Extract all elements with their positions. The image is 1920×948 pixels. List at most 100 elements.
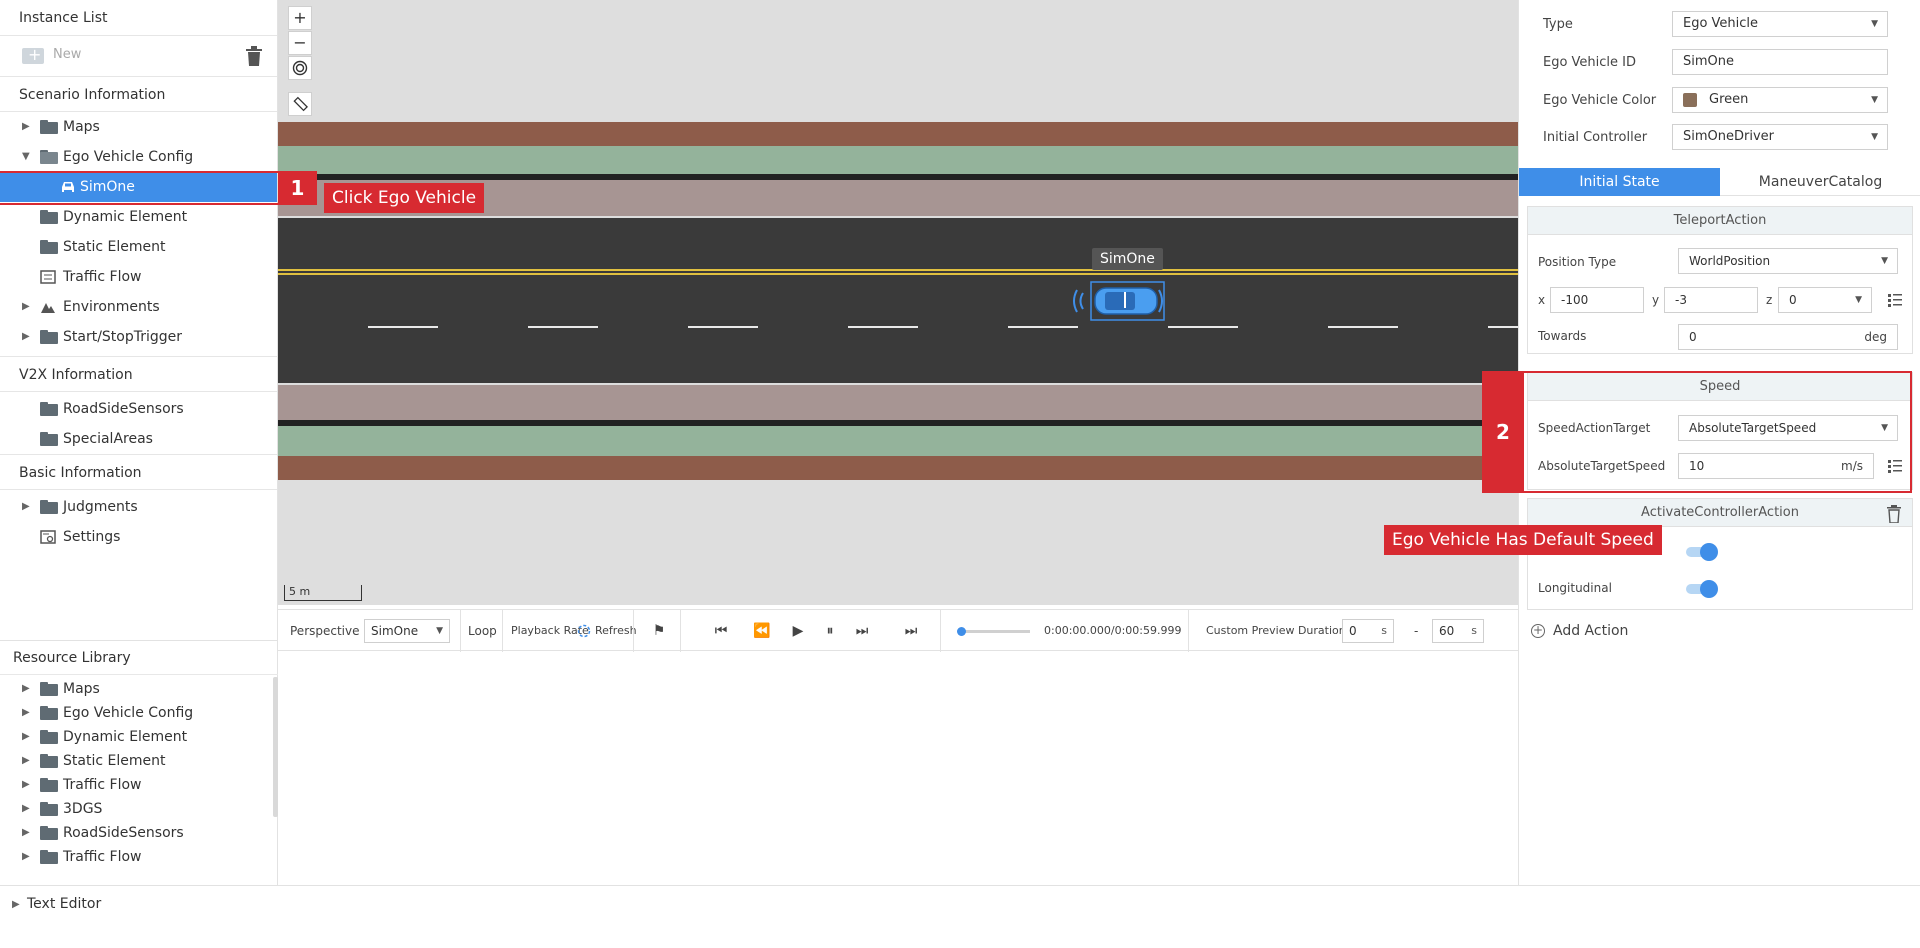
tree-item-label: Start/StopTrigger <box>63 329 183 345</box>
z-select[interactable]: 0 ▼ <box>1778 287 1872 313</box>
expand-arrow-icon[interactable]: ▶ <box>22 773 34 797</box>
lane-dash <box>1488 326 1518 328</box>
divider <box>502 610 503 652</box>
ego-color-select[interactable]: Green ▼ <box>1672 87 1888 113</box>
zoom-out-button[interactable]: − <box>288 31 312 55</box>
tree-item-label: Dynamic Element <box>63 209 188 225</box>
expand-arrow-icon[interactable]: ▶ <box>22 292 34 322</box>
tree-item-ego-vehicle-config[interactable]: ▼ Ego Vehicle Config <box>0 142 277 172</box>
tab-maneuver-catalog[interactable]: ManeuverCatalog <box>1720 168 1920 196</box>
ego-id-value: SimOne <box>1683 54 1734 69</box>
skip-start-icon[interactable]: ⏮ <box>708 622 734 640</box>
expand-arrow-icon[interactable]: ▶ <box>22 845 34 869</box>
tree-item-environments[interactable]: ▶ Environments <box>0 292 277 322</box>
loop-button[interactable]: Loop <box>468 610 497 652</box>
chevron-down-icon: ▼ <box>436 626 443 636</box>
expand-arrow-icon[interactable]: ▶ <box>22 725 34 749</box>
chevron-down-icon: ▼ <box>1871 19 1878 29</box>
x-input[interactable]: -100 <box>1550 287 1644 313</box>
type-select[interactable]: Ego Vehicle ▼ <box>1672 11 1888 37</box>
collapse-arrow-icon[interactable]: ▼ <box>22 142 34 172</box>
expand-arrow-icon[interactable]: ▶ <box>22 677 34 701</box>
trash-icon[interactable] <box>245 46 263 66</box>
position-type-select[interactable]: WorldPosition ▼ <box>1678 248 1898 274</box>
refresh-button[interactable]: Refresh <box>595 610 637 652</box>
tree-item-maps[interactable]: ▶ Maps <box>0 112 277 142</box>
tab-initial-state[interactable]: Initial State <box>1519 168 1720 196</box>
tree-item-label: Static Element <box>63 239 166 255</box>
expand-arrow-icon[interactable]: ▶ <box>22 322 34 352</box>
tree-item-label: RoadSideSensors <box>63 825 184 841</box>
expand-arrow-icon[interactable]: ▶ <box>22 492 34 522</box>
measure-button[interactable] <box>288 92 312 116</box>
v2x-info-title: V2X Information <box>0 356 277 392</box>
skip-end-icon[interactable]: ⏭ <box>898 622 924 640</box>
resource-item-roadside-sensors[interactable]: ▶ RoadSideSensors <box>0 821 278 845</box>
tree-item-judgments[interactable]: ▶ Judgments <box>0 492 277 522</box>
add-circle-icon: + <box>1531 623 1545 638</box>
divider <box>1188 610 1189 652</box>
teleport-action-title: TeleportAction <box>1528 207 1912 235</box>
rewind-icon[interactable]: ⏪ <box>750 622 774 640</box>
folder-icon <box>40 120 58 134</box>
refresh-icon[interactable] <box>577 624 591 638</box>
list-icon[interactable] <box>1888 293 1902 307</box>
trash-icon[interactable] <box>1886 505 1902 523</box>
expand-arrow-icon[interactable]: ▶ <box>22 797 34 821</box>
lateral-toggle[interactable] <box>1686 543 1718 561</box>
perspective-select[interactable]: SimOne ▼ <box>364 619 450 643</box>
map-canvas[interactable]: + − SimOne 5 m <box>278 0 1518 605</box>
expand-arrow-icon[interactable]: ▶ <box>22 749 34 773</box>
tree-item-label: Dynamic Element <box>63 729 188 745</box>
new-button[interactable]: New <box>53 47 81 62</box>
step2-highlight-box <box>1482 371 1912 493</box>
longitudinal-toggle[interactable] <box>1686 580 1718 598</box>
preview-start-input[interactable]: 0 s <box>1342 619 1394 643</box>
resource-item-ego-vehicle-config[interactable]: ▶ Ego Vehicle Config <box>0 701 278 725</box>
pause-icon[interactable]: ⏸ <box>822 622 838 640</box>
tree-item-dynamic-element[interactable]: Dynamic Element <box>0 202 277 232</box>
tree-item-special-areas[interactable]: SpecialAreas <box>0 424 277 454</box>
initial-controller-select[interactable]: SimOneDriver ▼ <box>1672 124 1888 150</box>
progress-knob[interactable] <box>957 627 966 636</box>
tree-item-settings[interactable]: Settings <box>0 522 277 552</box>
map-scale: 5 m <box>284 585 362 601</box>
text-editor-bar[interactable]: ▶ Text Editor <box>0 885 1920 948</box>
tree-item-start-stop-trigger[interactable]: ▶ Start/StopTrigger <box>0 322 277 352</box>
ego-vehicle[interactable] <box>1063 278 1173 324</box>
towards-input[interactable]: 0 deg <box>1678 324 1898 350</box>
resource-item-traffic-flow-2[interactable]: ▶ Traffic Flow <box>0 845 278 869</box>
scenario-info-title: Scenario Information <box>0 76 277 112</box>
expand-arrow-icon[interactable]: ▶ <box>12 899 20 910</box>
resource-item-static-element[interactable]: ▶ Static Element <box>0 749 278 773</box>
flag-icon[interactable]: ⚑ <box>650 622 668 640</box>
progress-track[interactable] <box>957 627 1030 636</box>
step2-label: Ego Vehicle Has Default Speed <box>1384 525 1662 555</box>
resource-item-3dgs[interactable]: ▶ 3DGS <box>0 797 278 821</box>
recenter-button[interactable] <box>288 56 312 80</box>
lane-dash <box>528 326 598 328</box>
resource-item-maps[interactable]: ▶ Maps <box>0 677 278 701</box>
expand-arrow-icon[interactable]: ▶ <box>22 701 34 725</box>
step-forward-icon[interactable]: ⏭ <box>852 622 872 640</box>
expand-arrow-icon[interactable]: ▶ <box>22 821 34 845</box>
new-icon[interactable] <box>22 45 44 64</box>
resource-item-dynamic-element[interactable]: ▶ Dynamic Element <box>0 725 278 749</box>
expand-arrow-icon[interactable]: ▶ <box>22 112 34 142</box>
towards-unit: deg <box>1864 330 1887 344</box>
play-icon[interactable]: ▶ <box>790 622 806 640</box>
chevron-down-icon: ▼ <box>1881 256 1888 266</box>
tree-item-label: Ego Vehicle Config <box>63 705 194 721</box>
step1-number: 1 <box>278 171 317 205</box>
ego-id-input[interactable]: SimOne <box>1672 49 1888 75</box>
tree-item-static-element[interactable]: Static Element <box>0 232 277 262</box>
y-input[interactable]: -3 <box>1664 287 1758 313</box>
resource-item-traffic-flow[interactable]: ▶ Traffic Flow <box>0 773 278 797</box>
preview-end-input[interactable]: 60 s <box>1432 619 1484 643</box>
shoulder-bottom <box>278 385 1518 420</box>
tree-item-roadside-sensors[interactable]: RoadSideSensors <box>0 394 277 424</box>
tree-item-label: Traffic Flow <box>63 849 142 865</box>
zoom-in-button[interactable]: + <box>288 6 312 30</box>
tree-item-traffic-flow[interactable]: Traffic Flow <box>0 262 277 292</box>
z-value: 0 <box>1789 293 1797 307</box>
